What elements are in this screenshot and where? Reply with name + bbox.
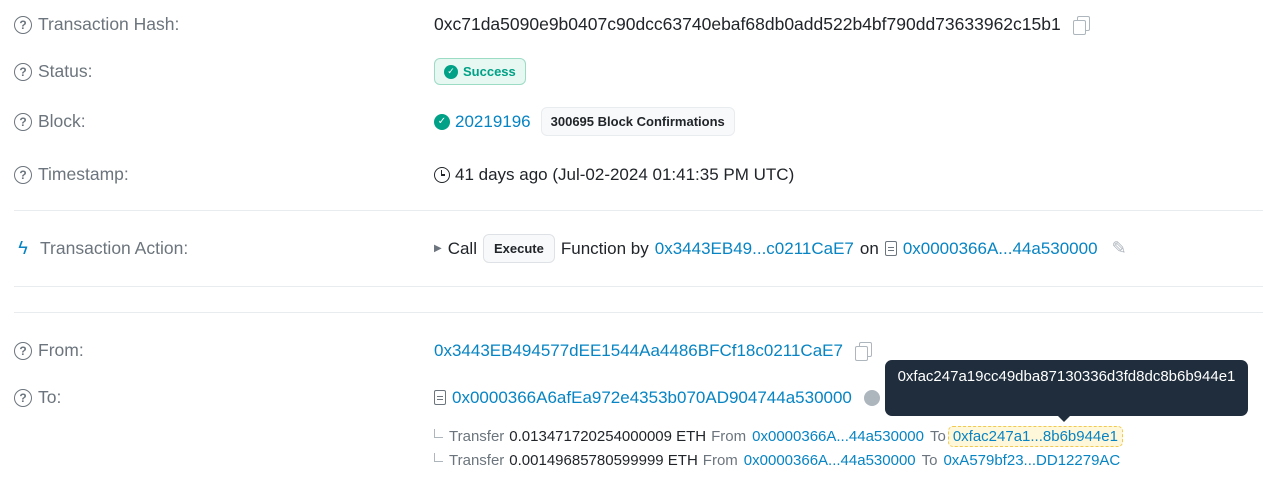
pencil-icon[interactable]: ✎ [1112, 238, 1127, 259]
document-icon [884, 241, 897, 256]
from-label-text: From: [38, 340, 84, 360]
corner-arrow-icon [434, 453, 443, 462]
from-value-wrap: 0x3443EB494577dEE1544Aa4486BFCf18c0211Ca… [434, 341, 872, 361]
status-badge: ✓ Success [434, 58, 526, 85]
corner-arrow-icon [434, 429, 443, 438]
transfer-row: Transfer 0.013471720254000009 ETH From 0… [434, 426, 1123, 447]
block-row: ? Block: ✓ 20219196 300695 Block Confirm… [14, 107, 1263, 136]
from-label: ? From: [14, 340, 434, 361]
address-tooltip: 0xfac247a19cc49dba87130336d3fd8dc8b6b944… [885, 360, 1248, 422]
caller-address-link[interactable]: 0x3443EB49...c0211CaE7 [655, 239, 854, 259]
question-circle-icon[interactable]: ? [14, 15, 32, 34]
tx-action-row: ϟ Transaction Action: ▶ Call Execute Fun… [14, 234, 1263, 263]
divider [14, 286, 1263, 287]
status-label-text: Status: [38, 61, 93, 81]
copy-icon[interactable] [863, 389, 880, 406]
to-label-text: To: [38, 387, 62, 407]
check-circle-icon: ✓ [434, 113, 450, 130]
transfer-word: Transfer [449, 428, 505, 445]
action-on-text: on [859, 238, 879, 258]
status-badge-text: Success [463, 64, 516, 79]
transfer-from-word: From [711, 428, 747, 445]
block-label-text: Block: [38, 111, 86, 131]
question-circle-icon[interactable]: ? [14, 165, 32, 184]
timestamp-value: 41 days ago (Jul-02-2024 01:41:35 PM UTC… [455, 164, 795, 184]
divider [14, 210, 1263, 211]
question-circle-icon[interactable]: ? [14, 62, 32, 81]
contract-address-link[interactable]: 0x0000366A...44a530000 [903, 239, 1098, 259]
transfer-from-link[interactable]: 0x0000366A...44a530000 [752, 428, 924, 445]
tx-hash-row: ? Transaction Hash: 0xc71da5090e9b0407c9… [14, 14, 1263, 35]
transfer-amount: 0.00149685780599999 ETH [509, 452, 698, 469]
caret-right-icon[interactable]: ▶ [434, 243, 442, 254]
transfer-from-word: From [702, 452, 738, 469]
status-label: ? Status: [14, 61, 434, 82]
status-row: ? Status: ✓ Success [14, 58, 1263, 85]
timestamp-label-text: Timestamp: [38, 164, 129, 184]
action-call-text: Call [447, 238, 477, 258]
tx-action-value-wrap: ▶ Call Execute Function by 0x3443EB49...… [434, 234, 1127, 263]
question-circle-icon[interactable]: ? [14, 112, 32, 131]
copy-icon[interactable] [854, 342, 872, 361]
block-label: ? Block: [14, 111, 434, 132]
timestamp-label: ? Timestamp: [14, 164, 434, 185]
transfer-amount: 0.013471720254000009 ETH [509, 428, 707, 445]
transfer-from-link[interactable]: 0x0000366A...44a530000 [744, 452, 916, 469]
divider [14, 312, 1263, 313]
block-number-link[interactable]: 20219196 [455, 112, 531, 132]
question-circle-icon[interactable]: ? [14, 388, 32, 407]
action-function-by-text: Function by [560, 238, 649, 258]
from-row: ? From: 0x3443EB494577dEE1544Aa4486BFCf1… [14, 340, 1263, 361]
clock-icon [434, 166, 450, 183]
block-confirmations-badge: 300695 Block Confirmations [540, 107, 735, 136]
transfer-to-link[interactable]: 0xA579bf23...DD12279AC [943, 452, 1120, 469]
question-circle-icon[interactable]: ? [14, 341, 32, 360]
document-icon [434, 390, 446, 405]
execute-method-badge: Execute [483, 234, 555, 263]
status-value-wrap: ✓ Success [434, 58, 526, 85]
tx-hash-value-wrap: 0xc71da5090e9b0407c90dcc63740ebaf68db0ad… [434, 14, 1090, 35]
tx-action-label: ϟ Transaction Action: [14, 238, 434, 259]
bolt-icon: ϟ [18, 238, 28, 258]
transfer-to-word: To [929, 428, 946, 445]
check-circle-icon: ✓ [444, 64, 458, 79]
transfer-row: Transfer 0.00149685780599999 ETH From 0x… [434, 452, 1120, 469]
from-address-link[interactable]: 0x3443EB494577dEE1544Aa4486BFCf18c0211Ca… [434, 341, 843, 361]
transfer-word: Transfer [449, 452, 505, 469]
to-label: ? To: [14, 387, 434, 408]
to-value-wrap: 0x0000366A6afEa972e4353b070AD904744a5300… [434, 388, 880, 408]
timestamp-value-wrap: 41 days ago (Jul-02-2024 01:41:35 PM UTC… [434, 165, 794, 185]
tx-hash-value: 0xc71da5090e9b0407c90dcc63740ebaf68db0ad… [434, 14, 1061, 34]
tx-hash-label: ? Transaction Hash: [14, 14, 434, 35]
tx-hash-label-text: Transaction Hash: [38, 14, 180, 34]
tx-action-label-text: Transaction Action: [40, 238, 189, 258]
timestamp-row: ? Timestamp: 41 days ago (Jul-02-2024 01… [14, 164, 1263, 185]
to-address-link[interactable]: 0x0000366A6afEa972e4353b070AD904744a5300… [452, 388, 852, 408]
block-value-wrap: ✓ 20219196 300695 Block Confirmations [434, 107, 735, 136]
copy-icon[interactable] [1072, 16, 1090, 35]
transfer-to-word: To [921, 452, 938, 469]
transfer-to-link[interactable]: 0xfac247a1...8b6b944e1 [947, 426, 1123, 447]
